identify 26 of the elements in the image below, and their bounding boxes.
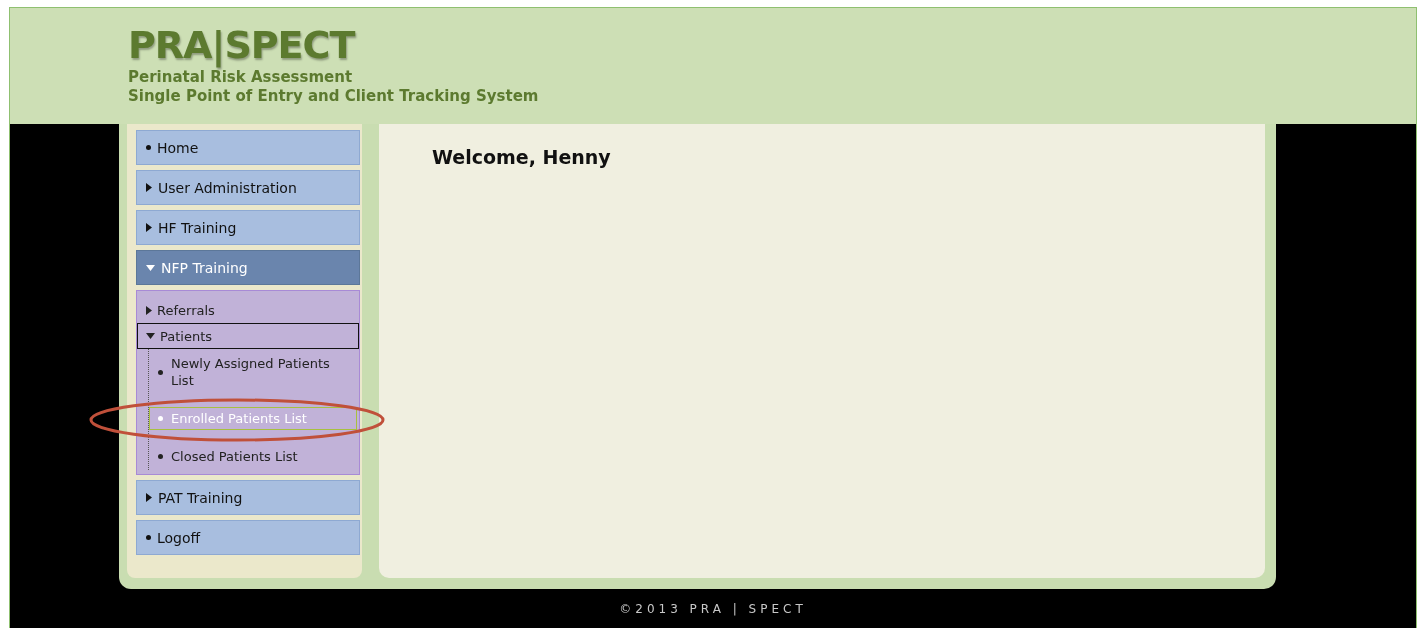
menu-item[interactable]: PAT Training [136, 480, 360, 515]
caret-down-icon [146, 264, 155, 271]
welcome-heading: Welcome, Henny [432, 146, 611, 168]
submenu-link[interactable]: Newly Assigned Patients List [149, 352, 357, 392]
caret-down-icon [146, 333, 155, 339]
caret-right-icon [146, 183, 152, 192]
caret-right-icon [146, 223, 152, 232]
bullet-icon [158, 454, 163, 459]
submenu-item[interactable]: Referrals [137, 297, 359, 323]
bullet-icon [146, 535, 151, 540]
app-subtitle: Perinatal Risk Assessment [128, 68, 353, 87]
submenu-item[interactable]: Patients [137, 323, 359, 349]
bullet-icon [158, 416, 163, 421]
caret-right-icon [146, 305, 152, 315]
app-subtitle: Single Point of Entry and Client Tracking System [128, 87, 539, 106]
copyright-text: ©2013 PRA | SPECT [619, 601, 807, 616]
menu-item[interactable]: Home [136, 130, 360, 165]
menu-item[interactable]: HF Training [136, 210, 360, 245]
menu-item[interactable]: User Administration [136, 170, 360, 205]
app-logo: PRA|SPECT [128, 22, 355, 68]
bullet-icon [158, 369, 163, 375]
menu-item[interactable]: NFP Training [136, 250, 360, 285]
caret-right-icon [146, 493, 152, 502]
menu-item[interactable]: Logoff [136, 520, 360, 555]
bullet-icon [146, 145, 151, 150]
submenu-link[interactable]: Closed Patients List [149, 445, 357, 468]
